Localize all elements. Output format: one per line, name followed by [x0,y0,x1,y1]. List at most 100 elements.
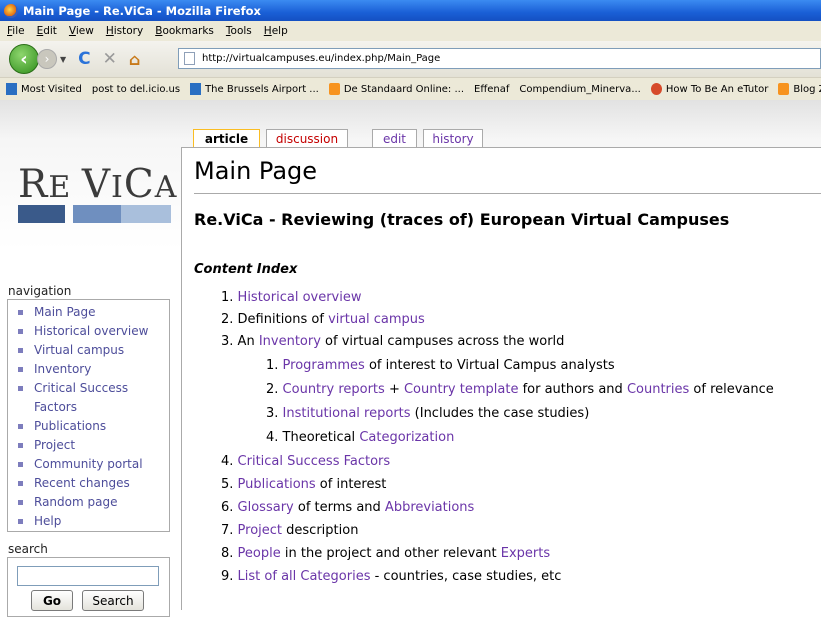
bookmark-effenaf[interactable]: Effenaf [474,84,509,95]
content-area: Main Page Re.ViCa - Reviewing (traces of… [181,147,821,610]
history-dropdown-icon[interactable]: ▼ [60,55,66,64]
bookmark-label: How To Be An eTutor [665,83,769,95]
bookmark-label: Blog Zonder N [793,83,821,95]
list-text: of interest to Virtual Campus analysts [364,358,615,373]
bookmarks-toolbar: Most Visited post to del.icio.us The Bru… [0,77,821,101]
link-abbreviations[interactable]: Abbreviations [385,500,474,515]
tab-article[interactable]: article [193,129,260,148]
go-button[interactable]: Go [31,590,73,611]
link-historical-overview[interactable]: Historical overview [238,290,362,305]
search-input[interactable] [17,566,159,586]
link-experts[interactable]: Experts [501,546,550,561]
list-number: 1. [221,290,234,305]
nav-critical-success-cont[interactable]: Factors [8,398,169,417]
menu-edit[interactable]: Edit [37,25,57,37]
link-glossary[interactable]: Glossary [238,500,294,515]
bookmark-de-standaard[interactable]: De Standaard Online: ... [328,83,465,95]
menu-help[interactable]: Help [264,25,288,37]
link-countries[interactable]: Countries [627,382,689,397]
bookmark-label: Most Visited [21,83,82,95]
rss-icon [328,83,340,95]
logo-letter: I [110,170,124,205]
nav-project[interactable]: Project [8,436,169,455]
list-text: in the project and other relevant [280,546,501,561]
link-country-reports[interactable]: Country reports [283,382,385,397]
tab-history[interactable]: history [423,129,483,147]
navigation-toolbar: ‹ › ▼ C ✕ ⌂ http://virtualcampuses.eu/in… [0,41,821,77]
list-item: 9. List of all Categories - countries, c… [221,569,561,584]
list-number: 3. [221,334,234,349]
reload-icon[interactable]: C [78,49,90,69]
tab-discussion[interactable]: discussion [266,129,348,147]
logo-letter: V [81,162,111,207]
link-programmes[interactable]: Programmes [283,358,365,373]
list-text: of relevance [689,382,774,397]
menu-history[interactable]: History [106,25,143,37]
nav-help[interactable]: Help [8,512,169,531]
nav-historical-overview[interactable]: Historical overview [8,322,169,341]
list-number: 7. [221,523,234,538]
link-categorization[interactable]: Categorization [359,430,454,445]
link-country-template[interactable]: Country template [404,382,518,397]
list-number: 2. [221,312,234,327]
list-item: 3. An Inventory of virtual campuses acro… [221,334,564,349]
logo-letter: C [123,162,155,207]
bookmark-etutor[interactable]: How To Be An eTutor [650,83,769,95]
window-title-bar: Main Page - Re.ViCa - Mozilla Firefox [0,0,821,21]
bookmark-label: The Brussels Airport ... [205,83,319,95]
list-number: 4. [266,430,279,445]
link-project[interactable]: Project [238,523,282,538]
nav-main-page[interactable]: Main Page [8,303,169,322]
owl-icon [650,83,662,95]
link-virtual-campus[interactable]: virtual campus [328,312,425,327]
nav-inventory[interactable]: Inventory [8,360,169,379]
bookmark-blog-zonder[interactable]: Blog Zonder N [778,83,821,95]
search-portlet: Go Search [7,557,170,617]
forward-button[interactable]: › [37,49,57,69]
link-critical-success-factors[interactable]: Critical Success Factors [238,454,391,469]
address-bar[interactable]: http://virtualcampuses.eu/index.php/Main… [178,48,821,69]
list-number: 5. [221,477,234,492]
list-number: 6. [221,500,234,515]
bookmark-label: Compendium_Minerva... [519,83,641,95]
logo-letter: R [18,162,49,207]
list-text: An [237,334,259,349]
link-institutional-reports[interactable]: Institutional reports [283,406,411,421]
stop-icon[interactable]: ✕ [103,49,117,69]
list-text: Definitions of [237,312,329,327]
link-inventory[interactable]: Inventory [259,334,321,349]
list-item: 2. Country reports + Country template fo… [266,382,774,397]
bookmark-label: De Standaard Online: ... [343,83,465,95]
address-url: http://virtualcampuses.eu/index.php/Main… [202,53,441,64]
page-subtitle: Re.ViCa - Reviewing (traces of) European… [194,210,730,229]
nav-publications[interactable]: Publications [8,417,169,436]
bookmark-folder-icon [6,83,17,95]
menu-view[interactable]: View [69,25,94,37]
tab-edit[interactable]: edit [372,129,417,147]
back-button[interactable]: ‹ [9,44,39,74]
search-button[interactable]: Search [82,590,144,611]
link-list-of-categories[interactable]: List of all Categories [238,569,371,584]
menu-file[interactable]: File [7,25,25,37]
menu-tools[interactable]: Tools [226,25,252,37]
rss-icon [778,83,790,95]
link-publications[interactable]: Publications [238,477,316,492]
list-number: 2. [266,382,279,397]
bookmark-delicious[interactable]: post to del.icio.us [92,84,180,95]
bookmark-brussels-airport[interactable]: The Brussels Airport ... [190,83,319,95]
site-icon [190,83,202,95]
home-icon[interactable]: ⌂ [129,50,140,69]
bookmark-most-visited[interactable]: Most Visited [6,83,82,95]
nav-critical-success[interactable]: Critical Success [8,379,169,398]
nav-random-page[interactable]: Random page [8,493,169,512]
link-people[interactable]: People [238,546,281,561]
menu-bookmarks[interactable]: Bookmarks [155,25,214,37]
menu-bar: File Edit View History Bookmarks Tools H… [0,21,821,41]
nav-virtual-campus[interactable]: Virtual campus [8,341,169,360]
site-logo[interactable]: RE VICA [18,162,177,207]
list-item: 5. Publications of interest [221,477,386,492]
list-item: 3. Institutional reports (Includes the c… [266,406,589,421]
nav-recent-changes[interactable]: Recent changes [8,474,169,493]
nav-community-portal[interactable]: Community portal [8,455,169,474]
bookmark-compendium[interactable]: Compendium_Minerva... [519,84,640,95]
